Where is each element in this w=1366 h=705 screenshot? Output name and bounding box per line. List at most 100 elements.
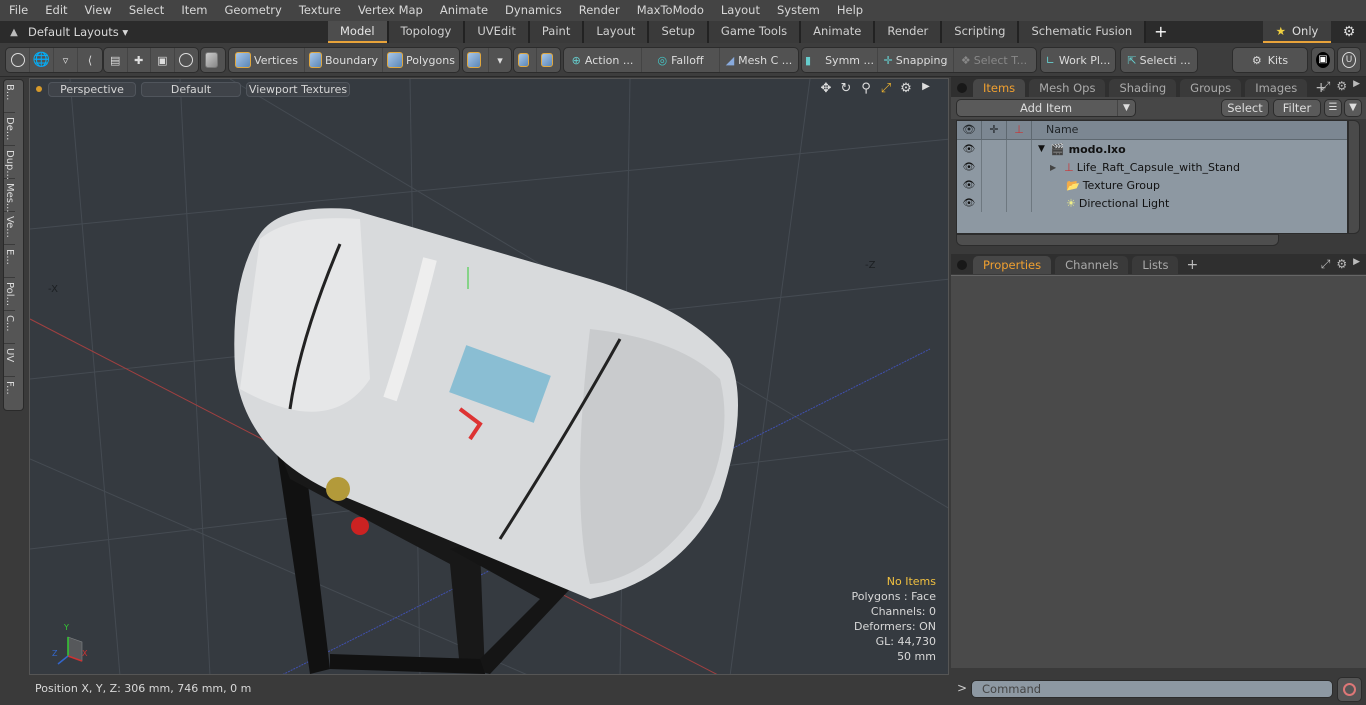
tab-groups[interactable]: Groups (1180, 79, 1242, 97)
visibility-toggle-icon[interactable]: 👁 (963, 144, 976, 155)
layouts-dropdown[interactable]: Default Layouts ▾ (28, 25, 328, 39)
menu-select[interactable]: Select (120, 0, 172, 21)
list-options-button[interactable]: ☰ (1324, 99, 1342, 117)
world-transform-button[interactable] (514, 48, 537, 72)
add-tab-button[interactable]: + (1146, 21, 1175, 43)
shading-style-button[interactable]: Default (141, 81, 241, 97)
zoom-icon[interactable]: ⚲ (858, 81, 874, 96)
tab-channels[interactable]: Channels (1055, 256, 1129, 274)
menu-dynamics[interactable]: Dynamics (496, 0, 570, 21)
menu-animate[interactable]: Animate (431, 0, 496, 21)
maximize-icon[interactable]: ⤢ (878, 81, 894, 96)
tab-uvedit[interactable]: UVEdit (465, 21, 530, 43)
filter-button[interactable]: Filter (1273, 99, 1321, 117)
falloff-button[interactable]: ◎ Falloff (642, 48, 720, 72)
name-column-header[interactable]: Name (1032, 121, 1347, 139)
align-tool-button[interactable]: ▤ (104, 48, 128, 72)
gear-icon[interactable]: ⚙ (1338, 21, 1360, 43)
pan-icon[interactable]: ✥ (818, 81, 834, 96)
pen-tool-button[interactable]: ▿ (54, 48, 78, 72)
tab-render[interactable]: Render (875, 21, 943, 43)
vertices-mode-button[interactable]: Vertices (229, 48, 305, 72)
tab-properties[interactable]: Properties (973, 256, 1052, 274)
only-toggle[interactable]: ★ Only (1263, 21, 1331, 43)
menu-file[interactable]: File (0, 0, 36, 21)
tree-row-light[interactable]: 👁 ☀ Directional Light (957, 194, 1347, 212)
sphere-tool-button[interactable] (6, 48, 30, 72)
tab-images[interactable]: Images (1245, 79, 1308, 97)
vtab-uv[interactable]: UV (4, 344, 15, 377)
menu-geometry[interactable]: Geometry (216, 0, 290, 21)
symmetry-button[interactable]: ▮ Symm ... (802, 48, 878, 72)
unreal-kit-button[interactable]: U (1338, 48, 1360, 72)
tab-scripting[interactable]: Scripting (942, 21, 1020, 43)
globe-tool-button[interactable]: 🌐 (30, 48, 54, 72)
rotate-icon[interactable]: ↻ (838, 81, 854, 96)
unwrap-tool-button[interactable]: ✚ (128, 48, 152, 72)
properties-gear-icon[interactable]: ⚙ (1336, 257, 1347, 272)
add-properties-tab-button[interactable]: + (1182, 256, 1202, 274)
panel-menu-dot[interactable] (957, 83, 967, 93)
tab-game-tools[interactable]: Game Tools (708, 21, 802, 43)
panel-expand-icon[interactable]: ▶ (1353, 79, 1360, 94)
vtab-basic[interactable]: B... (4, 80, 15, 113)
item-mode-button[interactable] (201, 48, 225, 72)
properties-maximize-icon[interactable]: ⤢ (1321, 257, 1331, 272)
material-mode-button[interactable] (463, 48, 489, 72)
3d-viewport[interactable]: -X -Z Y X Z Perspective Default Viewport… (29, 78, 949, 675)
modo-kit-button[interactable]: ▣ (1312, 48, 1334, 72)
selection-sets-button[interactable]: ⇱ Selecti ... (1121, 48, 1197, 72)
select-through-button[interactable]: ❖ Select T... (954, 48, 1034, 72)
tab-setup[interactable]: Setup (649, 21, 709, 43)
collapse-up-icon[interactable]: ▲ (0, 27, 28, 38)
tab-schematic-fusion[interactable]: Schematic Fusion (1019, 21, 1147, 43)
visibility-column-header[interactable]: 👁 (957, 121, 982, 139)
action-center-button[interactable]: ⊕ Action ... (564, 48, 642, 72)
lock-column-header[interactable]: ✛ (982, 121, 1007, 139)
visibility-toggle-icon[interactable]: 👁 (963, 180, 976, 191)
project-tool-button[interactable]: ▣ (151, 48, 175, 72)
add-item-dropdown-icon[interactable]: ▼ (1117, 100, 1135, 116)
vtab-mesh-edit[interactable]: Mes... (4, 179, 15, 213)
sketch-tool-button[interactable]: ⟨ (78, 48, 102, 72)
menu-render[interactable]: Render (570, 0, 628, 21)
viewport-gear-icon[interactable]: ⚙ (898, 81, 914, 96)
visibility-toggle-icon[interactable]: 👁 (963, 162, 976, 173)
menu-view[interactable]: View (76, 0, 120, 21)
tree-vertical-scrollbar[interactable] (1348, 120, 1360, 234)
tab-layout[interactable]: Layout (584, 21, 650, 43)
view-type-button[interactable]: Perspective (48, 81, 136, 97)
menu-texture[interactable]: Texture (290, 0, 349, 21)
boundary-mode-button[interactable]: Boundary (305, 48, 383, 72)
tree-row-mesh[interactable]: 👁 ▶ ⊥ Life_Raft_Capsule_with_Stand (957, 158, 1347, 176)
properties-menu-dot[interactable] (957, 260, 967, 270)
filter-funnel-button[interactable]: ▼ (1344, 99, 1362, 117)
kits-button[interactable]: ⚙ Kits (1233, 48, 1307, 72)
tab-lists[interactable]: Lists (1132, 256, 1179, 274)
menu-edit[interactable]: Edit (36, 0, 75, 21)
tree-row-texture-group[interactable]: 👁 📂 Texture Group (957, 176, 1347, 194)
panel-maximize-icon[interactable]: ⤢ (1321, 79, 1331, 94)
tab-model[interactable]: Model (328, 21, 389, 43)
vtab-vertex[interactable]: Ve... (4, 212, 15, 245)
workplane-button[interactable]: ∟ Work Pl... (1041, 48, 1115, 72)
command-input[interactable]: Command (971, 680, 1333, 698)
menu-system[interactable]: System (768, 0, 828, 21)
tab-paint[interactable]: Paint (529, 21, 585, 43)
local-transform-button[interactable] (537, 48, 560, 72)
add-item-button[interactable]: Add Item ▼ (956, 99, 1136, 117)
tree-horizontal-scrollbar[interactable] (956, 234, 1279, 246)
properties-expand-icon[interactable]: ▶ (1353, 257, 1360, 272)
vtab-deform[interactable]: De... (4, 113, 15, 146)
vtab-polygon[interactable]: Pol... (4, 278, 15, 311)
tree-row-scene[interactable]: 👁 ▼ 🎬 modo.lxo (957, 140, 1347, 158)
expand-triangle-icon[interactable]: ▼ (1038, 144, 1045, 154)
collapse-triangle-icon[interactable]: ▶ (1050, 163, 1056, 172)
mesh-constraint-button[interactable]: ◢ Mesh C ... (720, 48, 798, 72)
vtab-curve[interactable]: C... (4, 311, 15, 344)
viewport-expand-icon[interactable]: ▶ (918, 81, 934, 96)
mode-dropdown-button[interactable]: ▾ (489, 48, 511, 72)
menu-item[interactable]: Item (172, 0, 215, 21)
vtab-duplicate[interactable]: Dup... (4, 146, 15, 180)
menu-maxtomodo[interactable]: MaxToModo (628, 0, 712, 21)
